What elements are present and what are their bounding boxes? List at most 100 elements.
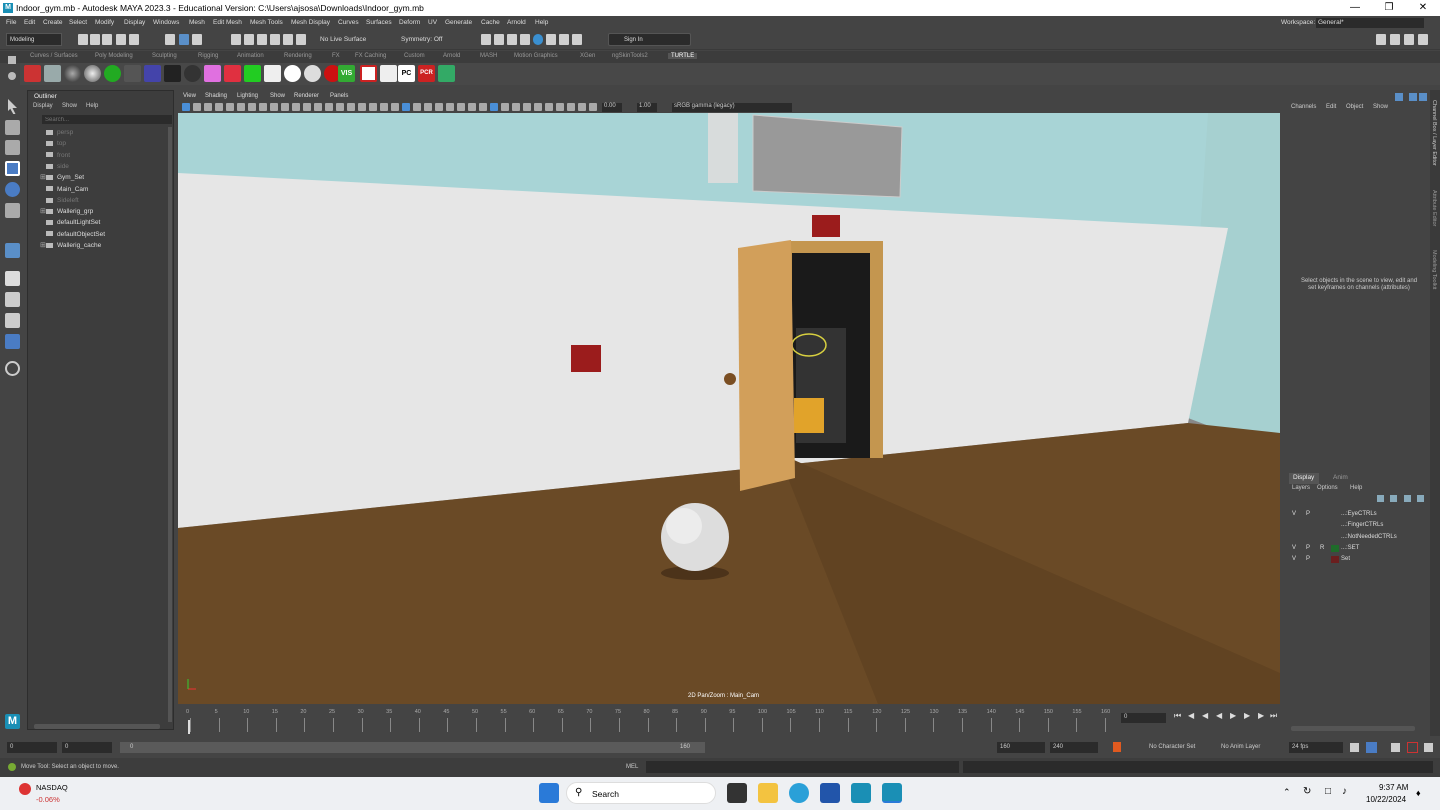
arnold-render-icon[interactable] [546,34,556,45]
cb-menu-show[interactable]: Show [1373,104,1388,110]
shelf-menu-icon[interactable] [8,56,16,64]
tray-chevron-icon[interactable]: ⌃ [1283,787,1291,798]
store-icon[interactable] [820,783,840,803]
viewport-tool-icon[interactable] [523,103,531,111]
maya-active-taskbar-icon[interactable] [882,783,902,803]
step-forward-key-icon[interactable]: ▶ [1258,711,1264,720]
viewport-tool-icon[interactable] [369,103,377,111]
shelf-tab-fx[interactable]: FX [332,53,340,59]
shelf-tool-icon[interactable] [438,65,455,82]
layer-h-scrollbar[interactable] [1291,726,1415,731]
play-forward-icon[interactable]: ▶ [1230,711,1236,720]
render-view-icon[interactable] [533,34,543,45]
tab-channel-box[interactable]: Channel Box / Layer Editor [1431,100,1437,166]
open-scene-icon[interactable] [90,34,100,45]
shelf-pc-icon[interactable]: PC [398,65,415,82]
lasso-tool-icon[interactable] [5,120,20,135]
viewport-tool-icon[interactable] [281,103,289,111]
viewport-tool-icon[interactable] [204,103,212,111]
menu-deform[interactable]: Deform [399,19,420,26]
layer-color-swatch[interactable] [1331,544,1339,552]
shelf-tool-icon[interactable] [124,65,141,82]
viewport-tool-icon[interactable] [358,103,366,111]
viewport-tool-icon[interactable] [347,103,355,111]
outliner-item[interactable]: Sideleft [46,195,79,206]
outliner-item[interactable]: defaultObjectSet [46,229,105,240]
shelf-tab-animation[interactable]: Animation [237,53,264,59]
fps-dropdown[interactable]: 24 fps [1289,742,1343,753]
shelf-pcr-icon[interactable]: PCR [418,65,435,82]
shelf-tab-xgen[interactable]: XGen [580,53,595,59]
viewport-tool-icon[interactable] [479,103,487,111]
shelf-tab-arnold[interactable]: Arnold [443,53,460,59]
outliner-menu-help[interactable]: Help [86,103,98,109]
restore-icon[interactable]: ❐ [1374,1,1404,15]
go-to-start-icon[interactable]: ⏮ [1174,711,1181,721]
paint-select-icon[interactable] [5,140,20,155]
shelf-tool-icon[interactable] [184,65,201,82]
expand-icon[interactable]: ⊞ [40,206,46,217]
layer-p-toggle[interactable]: P [1306,543,1310,554]
tool-settings-icon[interactable] [1404,34,1414,45]
menu-mesh-display[interactable]: Mesh Display [291,19,330,26]
tab-modeling-toolkit[interactable]: Modeling Toolkit [1431,250,1437,289]
layer-color-swatch[interactable] [1331,511,1339,518]
expand-icon[interactable]: ⊞ [40,240,46,251]
tray-volume-icon[interactable]: ♪ [1342,786,1347,797]
viewport-tool-icon[interactable] [391,103,399,111]
layer-v-toggle[interactable]: V [1292,543,1296,554]
outliner-search-input[interactable] [42,115,172,124]
layer-row[interactable]: V P Set [1289,554,1423,565]
exposure-field[interactable]: 0.00 [602,103,622,112]
menu-arnold[interactable]: Arnold [507,19,526,26]
modeling-toolkit-icon[interactable] [1376,34,1386,45]
outliner-item[interactable]: ⊞ Wallerig_grp [40,206,93,217]
clock-time[interactable]: 9:37 AM [1379,783,1408,792]
layer-menu-help[interactable]: Help [1350,485,1362,491]
shelf-tool-icon[interactable] [24,65,41,82]
mel-language-label[interactable]: MEL [626,764,638,770]
layer-menu-layers[interactable]: Layers [1292,485,1310,491]
menu-surfaces[interactable]: Surfaces [366,19,392,26]
step-forward-frame-icon[interactable]: ▶ [1244,711,1250,720]
shelf-tool-icon[interactable] [244,65,261,82]
layer-tab-display[interactable]: Display [1289,473,1319,484]
menu-create[interactable]: Create [43,19,63,26]
current-frame-field[interactable]: 0 [1121,713,1166,723]
shelf-tool-icon[interactable] [264,65,281,82]
single-view-icon[interactable] [5,271,20,286]
search-icon[interactable] [5,361,20,376]
viewport-tool-icon[interactable] [182,103,190,111]
viewport-tool-icon[interactable] [512,103,520,111]
select-hierarchy-icon[interactable] [165,34,175,45]
viewport-tool-icon[interactable] [457,103,465,111]
start-time-field[interactable]: 0 [7,742,57,753]
layer-row[interactable]: ...:FingerCTRLs [1289,520,1423,531]
scale-tool-icon[interactable] [5,203,20,218]
time-slider[interactable]: 0 5 10 15 20 25 30 35 40 45 50 55 60 65 70 75 80 85 90 95 10… [178,708,1118,736]
menu-edit[interactable]: Edit [24,19,35,26]
cb-menu-object[interactable]: Object [1346,104,1363,110]
character-set-dropdown[interactable]: No Character Set [1149,744,1195,750]
arnold-light-icon[interactable] [559,34,569,45]
render-current-icon[interactable] [481,34,491,45]
four-view-icon[interactable] [5,292,20,307]
attribute-editor-icon[interactable] [1390,34,1400,45]
menu-uv[interactable]: UV [428,19,437,26]
viewport-tool-icon[interactable] [336,103,344,111]
expand-icon[interactable]: ⊞ [40,172,46,183]
maya-taskbar-icon[interactable] [851,783,871,803]
menu-cache[interactable]: Cache [481,19,500,26]
viewport-tool-icon[interactable] [325,103,333,111]
shelf-tool-icon[interactable] [44,65,61,82]
shelf-sphere-icon[interactable] [84,65,101,82]
menu-file[interactable]: File [6,19,16,26]
menu-curves[interactable]: Curves [338,19,359,26]
play-back-icon[interactable]: ◀ [1216,711,1222,720]
viewport-tool-icon[interactable] [237,103,245,111]
outliner-item[interactable]: defaultLightSet [46,217,100,228]
viewport-tool-icon[interactable] [402,103,410,111]
gamma-field[interactable]: 1.00 [637,103,657,112]
cache-icon[interactable] [1366,742,1377,753]
viewport-tool-icon[interactable] [589,103,597,111]
